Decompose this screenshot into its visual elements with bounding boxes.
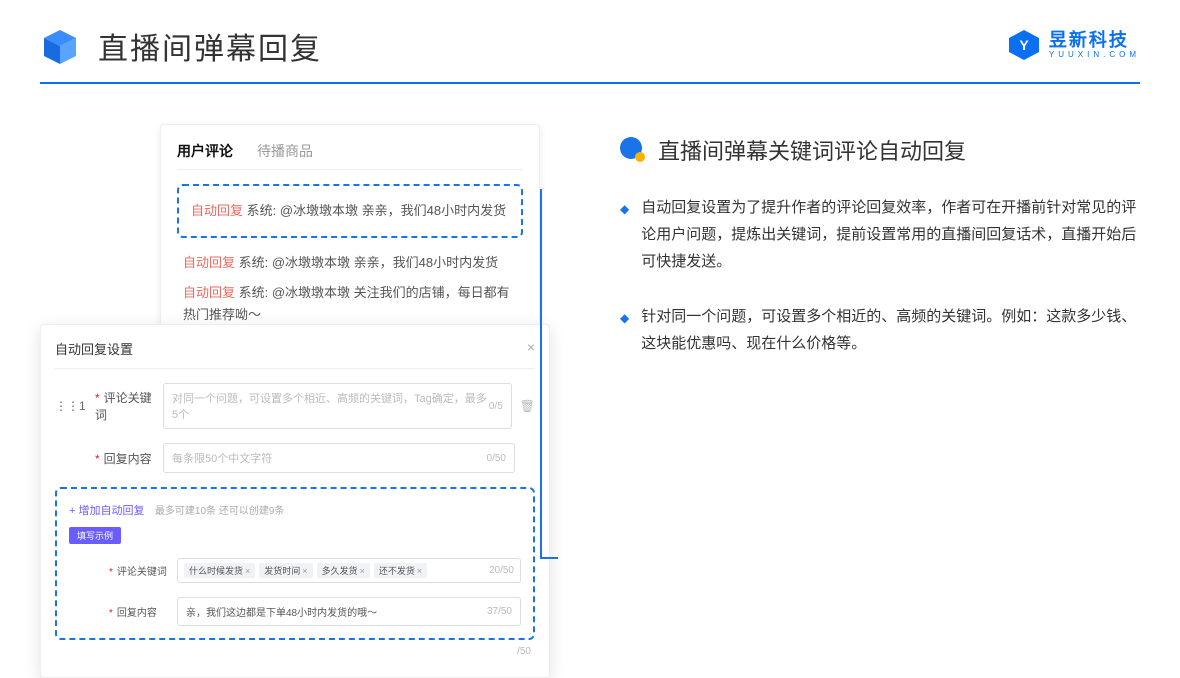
ex-reply-counter: 37/50 <box>487 606 512 617</box>
logo-icon: Y <box>1007 28 1041 62</box>
auto-reply-tag: 自动回复 <box>191 203 243 218</box>
tab-pending-goods[interactable]: 待播商品 <box>257 141 313 161</box>
bullet-item: ◆ 自动回复设置为了提升作者的评论回复效率，作者可在开播前针对常见的评论用户问题… <box>620 194 1140 275</box>
row-index: ⋮⋮ 1 <box>55 399 75 413</box>
comments-card: 用户评论 待播商品 自动回复 系统: @冰墩墩本墩 亲亲，我们48小时内发货 自… <box>160 124 540 347</box>
logo-text-main: 昱新科技 <box>1049 31 1140 49</box>
reply-counter: 0/50 <box>487 453 506 464</box>
highlighted-comment: 自动回复 系统: @冰墩墩本墩 亲亲，我们48小时内发货 <box>177 184 523 238</box>
comment-text: 系统: @冰墩墩本墩 亲亲，我们48小时内发货 <box>235 255 498 270</box>
auto-reply-tag: 自动回复 <box>183 285 235 300</box>
add-hint: 最多可建10条 还可以创建9条 <box>155 506 284 517</box>
keyword-counter: 0/5 <box>489 401 503 412</box>
keyword-label: *评论关键词 <box>95 389 163 423</box>
example-section: + 增加自动回复 最多可建10条 还可以创建9条 填写示例 *评论关键词 什么时… <box>55 487 535 640</box>
screenshot-panel: 用户评论 待播商品 自动回复 系统: @冰墩墩本墩 亲亲，我们48小时内发货 自… <box>40 124 560 385</box>
ex-reply-input[interactable]: 亲，我们这边都是下单48小时内发货的哦～ 37/50 <box>177 597 521 626</box>
keyword-tag: 什么时候发货× <box>184 563 255 578</box>
brand-logo: Y 昱新科技 YUUXIN.COM <box>1007 28 1140 62</box>
chat-bubble-icon <box>620 137 646 163</box>
keyword-tag: 发货时间× <box>259 563 312 578</box>
page-title: 直播间弹幕回复 <box>98 24 322 68</box>
ex-keyword-input[interactable]: 什么时候发货× 发货时间× 多久发货× 还不发货× 20/50 <box>177 558 521 583</box>
keyword-input[interactable]: 对同一个问题，可设置多个相近、高频的关键词，Tag确定，最多5个 0/5 <box>163 383 512 429</box>
diamond-icon: ◆ <box>620 199 629 275</box>
modal-title: 自动回复设置 <box>55 339 133 358</box>
ex-keyword-counter: 20/50 <box>489 565 514 576</box>
section-title: 直播间弹幕关键词评论自动回复 <box>658 134 966 166</box>
settings-modal: 自动回复设置 × ⋮⋮ 1 *评论关键词 对同一个问题，可设置多个相近、高频的关… <box>40 324 550 678</box>
bullet-text: 针对同一个问题，可设置多个相近的、高频的关键词。例如：这款多少钱、这块能优惠吗、… <box>641 303 1140 357</box>
reply-input[interactable]: 每条限50个中文字符 0/50 <box>163 443 515 473</box>
diamond-icon: ◆ <box>620 308 629 357</box>
comment-text: 系统: @冰墩墩本墩 亲亲，我们48小时内发货 <box>243 203 506 218</box>
bullet-item: ◆ 针对同一个问题，可设置多个相近的、高频的关键词。例如：这款多少钱、这块能优惠… <box>620 303 1140 357</box>
tab-user-comments[interactable]: 用户评论 <box>177 141 233 161</box>
ex-keyword-label: *评论关键词 <box>109 563 177 578</box>
connector-line <box>540 189 558 559</box>
page-header: 直播间弹幕回复 <box>0 0 1180 80</box>
example-tag: 填写示例 <box>69 527 121 544</box>
logo-text-sub: YUUXIN.COM <box>1049 51 1140 59</box>
add-auto-reply-link[interactable]: + 增加自动回复 <box>69 505 144 517</box>
ex-reply-label: *回复内容 <box>109 604 177 619</box>
svg-text:Y: Y <box>1019 37 1029 53</box>
bottom-counter: /50 <box>55 640 535 663</box>
reply-label: *回复内容 <box>95 450 163 467</box>
description-panel: 直播间弹幕关键词评论自动回复 ◆ 自动回复设置为了提升作者的评论回复效率，作者可… <box>560 124 1140 385</box>
trash-icon[interactable]: 🗑 <box>520 399 535 413</box>
keyword-tag: 多久发货× <box>317 563 370 578</box>
cube-icon <box>40 26 80 66</box>
bullet-text: 自动回复设置为了提升作者的评论回复效率，作者可在开播前针对常见的评论用户问题，提… <box>641 194 1140 275</box>
close-icon[interactable]: × <box>527 339 535 358</box>
auto-reply-tag: 自动回复 <box>183 255 235 270</box>
keyword-tag: 还不发货× <box>374 563 427 578</box>
